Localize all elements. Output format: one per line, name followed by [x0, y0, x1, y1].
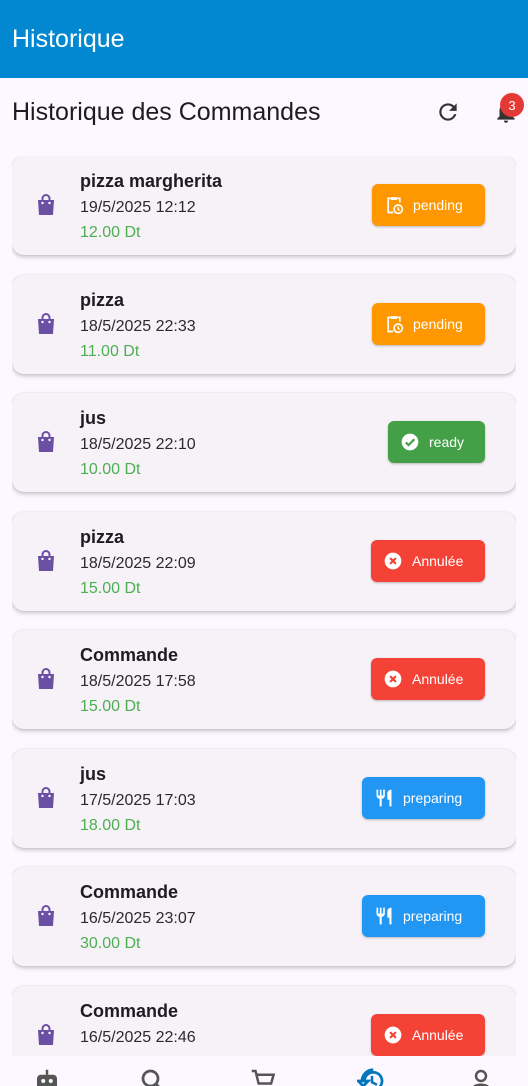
- order-status-badge: pending: [372, 302, 485, 345]
- order-status-badge: Annulée: [371, 539, 485, 582]
- clipboard-clock-icon: [384, 195, 404, 215]
- cancel-circle-icon: [383, 669, 403, 689]
- order-date: 19/5/2025 12:12: [80, 199, 196, 216]
- order-title: pizza: [80, 289, 125, 310]
- order-price: 30.00 Dt: [80, 935, 141, 952]
- order-price: 10.00 Dt: [80, 461, 141, 478]
- order-date: 18/5/2025 22:09: [80, 554, 196, 572]
- nav-cart-icon[interactable]: [248, 1066, 278, 1086]
- order-card[interactable]: pizza 18/5/2025 22:09 15.00 Dt Annulée: [12, 511, 516, 611]
- order-status-badge: pending: [372, 184, 485, 226]
- order-title: pizza margherita: [80, 171, 223, 191]
- order-card[interactable]: jus 17/5/2025 17:03 18.00 Dt preparing: [12, 748, 516, 848]
- cancel-circle-icon: [383, 1025, 403, 1045]
- order-title: jus: [80, 408, 107, 428]
- bottom-navigation-bar: [0, 1056, 528, 1086]
- order-status-label: preparing: [403, 908, 463, 924]
- shopping-bag-icon: [36, 1023, 56, 1046]
- order-history-list[interactable]: pizza margherita 19/5/2025 12:12 12.00 Dt p…: [12, 156, 516, 1056]
- order-date: 18/5/2025 22:10: [80, 436, 196, 453]
- order-price: 12.00 Dt: [80, 224, 141, 241]
- order-status-badge: Annulée: [371, 658, 485, 700]
- order-status-label: pending: [413, 197, 463, 213]
- order-card[interactable]: Commande 18/5/2025 17:58 15.00 Dt Annulée: [12, 630, 516, 729]
- order-price: 18.00 Dt: [80, 816, 141, 834]
- order-status-label: Annulée: [412, 552, 464, 569]
- shopping-bag-icon: [36, 905, 56, 927]
- clipboard-clock-icon: [384, 314, 404, 334]
- order-status-label: preparing: [403, 789, 463, 806]
- order-status-badge: preparing: [362, 895, 485, 937]
- restaurant-icon: [374, 906, 394, 926]
- check-circle-icon: [400, 432, 420, 452]
- notification-count-badge: 3: [500, 93, 524, 117]
- order-title: jus: [80, 763, 107, 784]
- order-status-label: Annulée: [412, 671, 464, 687]
- refresh-icon[interactable]: [434, 98, 462, 126]
- order-price: 15.00 Dt: [80, 579, 141, 597]
- order-status-label: Annulée: [412, 1026, 464, 1043]
- order-date: 18/5/2025 17:58: [80, 673, 196, 690]
- order-status-label: ready: [429, 434, 465, 450]
- app-bar: Historique: [0, 0, 528, 78]
- order-status-badge: preparing: [362, 776, 485, 819]
- nav-history-icon[interactable]: [354, 1066, 387, 1086]
- order-status-label: pending: [413, 315, 463, 332]
- order-date: 18/5/2025 22:33: [80, 317, 196, 335]
- nav-search-icon[interactable]: [138, 1066, 168, 1086]
- cancel-circle-icon: [383, 551, 403, 571]
- order-title: Commande: [80, 645, 179, 665]
- shopping-bag-icon: [36, 431, 56, 453]
- nav-person-icon[interactable]: [466, 1066, 496, 1086]
- order-date: 17/5/2025 17:03: [80, 791, 196, 809]
- shopping-bag-icon: [36, 312, 56, 335]
- restaurant-icon: [374, 788, 394, 808]
- shopping-bag-icon: [36, 668, 56, 690]
- order-date: 16/5/2025 22:46: [80, 1028, 196, 1046]
- order-card[interactable]: pizza margherita 19/5/2025 12:12 12.00 Dt p…: [12, 156, 516, 255]
- order-price: 11.00 Dt: [80, 342, 140, 360]
- shopping-bag-icon: [36, 549, 56, 572]
- order-card[interactable]: pizza 18/5/2025 22:33 11.00 Dt pending: [12, 274, 516, 374]
- order-status-badge: Annulée: [371, 1013, 485, 1056]
- shopping-bag-icon: [36, 786, 56, 809]
- nav-robot-icon[interactable]: [32, 1066, 62, 1086]
- order-title: pizza: [80, 526, 125, 547]
- app-bar-title: Historique: [12, 24, 125, 53]
- order-title: Commande: [80, 1000, 179, 1021]
- order-title: Commande: [80, 882, 179, 902]
- page-header: Historique des Commandes: [0, 90, 528, 134]
- page-title: Historique des Commandes: [12, 97, 321, 126]
- order-status-badge: ready: [388, 421, 485, 463]
- order-card[interactable]: jus 18/5/2025 22:10 10.00 Dt ready: [12, 393, 516, 492]
- order-date: 16/5/2025 23:07: [80, 910, 196, 927]
- order-card[interactable]: Commande16/5/2025 22:4615.00 DtAnnulée: [12, 985, 516, 1056]
- shopping-bag-icon: [36, 194, 56, 216]
- order-price: 15.00 Dt: [80, 698, 141, 715]
- order-card[interactable]: Commande 16/5/2025 23:07 30.00 Dt preparing: [12, 867, 516, 966]
